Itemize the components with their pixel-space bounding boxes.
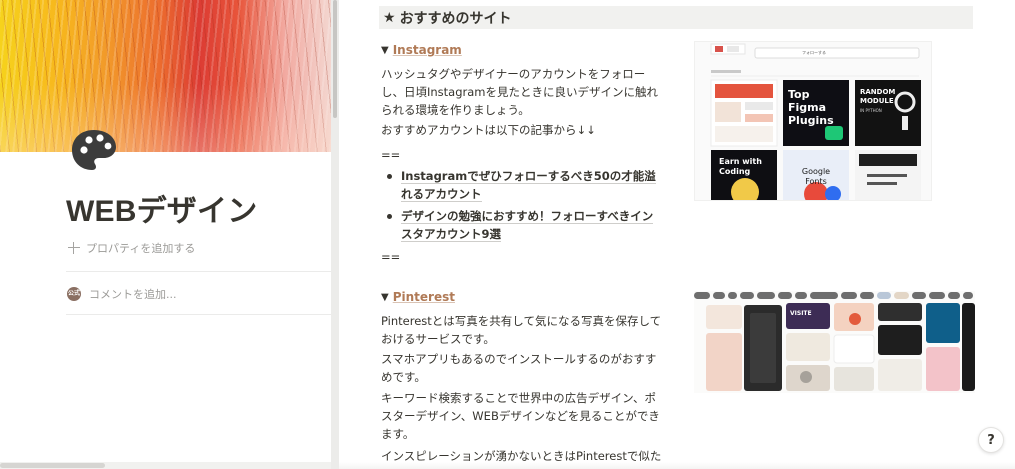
list-item: デザインの勉強におすすめ！フォローすべきインスタアカウント9選 [381,207,663,243]
instagram-article-list: Instagramでぜひフォローするべき50の才能溢れるアカウント デザインの勉… [381,167,663,247]
pinterest-description: Pinterestとは写真を共有して気になる写真を保存しておけるサービスです。 [381,314,662,346]
section-title: おすすめのサイト [399,10,512,27]
bottom-edge [339,462,1015,469]
palette-icon[interactable] [70,128,118,172]
add-comment-field[interactable]: 公式 コメントを追加... [67,286,177,302]
add-comment-placeholder: コメントを追加... [89,288,177,301]
toggle-instagram[interactable]: ▼ Instagram [381,43,462,57]
instagram-recommendation: おすすめアカウントは以下の記事から↓↓ [381,123,596,137]
list-item: Instagramでぜひフォローするべき50の才能溢れるアカウント [381,167,663,203]
article-link-1[interactable]: Instagramでぜひフォローするべき50の才能溢れるアカウント [401,169,656,202]
svg-text:Top: Top [788,88,810,101]
pinterest-search-note: キーワード検索することで世界中の広告デザイン、ポスターデザイン、WEBデザインな… [381,391,660,441]
plus-icon [68,242,80,254]
toggle-triangle-icon[interactable]: ▼ [381,45,389,56]
separator-text: == [381,250,401,264]
help-button[interactable]: ? [978,427,1004,453]
avatar: 公式 [67,287,81,301]
horizontal-scrollbar-thumb[interactable] [0,463,105,468]
instagram-link[interactable]: Instagram [393,43,462,57]
svg-text:Coding: Coding [719,167,751,176]
add-property-label: プロパティを追加する [86,242,196,255]
star-icon: ★ [383,9,396,26]
svg-text:Fonts: Fonts [805,177,827,186]
divider [66,271,331,272]
svg-text:VISITE: VISITE [790,310,812,317]
separator-text: == [381,148,401,162]
svg-text:Earn with: Earn with [719,157,762,166]
pinterest-screenshot[interactable]: VISITE [694,291,975,393]
add-property-button[interactable]: プロパティを追加する [68,240,195,256]
svg-text:Plugins: Plugins [788,114,834,127]
svg-text:Google: Google [802,167,830,176]
section-header: ★ おすすめのサイト [379,6,973,29]
toggle-triangle-icon[interactable]: ▼ [381,292,389,303]
svg-text:MODULE: MODULE [860,97,894,105]
pane-scrollbar-thumb[interactable] [333,0,337,118]
toggle-pinterest[interactable]: ▼ Pinterest [381,290,455,304]
instagram-screenshot[interactable]: フォローする Top Figma Plugins RANDOM MODULE I… [694,41,932,201]
svg-text:RANDOM: RANDOM [860,88,895,96]
divider [66,314,331,315]
instagram-description: ハッシュタグやデザイナーのアカウントをフォローし、日頃Instagramを見たと… [381,67,659,117]
page-cover-image[interactable] [0,0,331,152]
article-link-2[interactable]: デザインの勉強におすすめ！フォローすべきインスタアカウント9選 [401,209,654,242]
pinterest-app-note: スマホアプリもあるのでインストールするのがおすすめです。 [381,352,657,384]
pinterest-link[interactable]: Pinterest [393,290,455,304]
svg-text:Figma: Figma [788,101,826,114]
page-peek-panel: WEBデザイン プロパティを追加する 公式 コメントを追加... [0,0,331,469]
page-content: ★ おすすめのサイト ▼ Instagram ハッシュタグやデザイナーのアカウン… [339,0,1015,469]
svg-text:IN PYTHON: IN PYTHON [860,108,882,113]
follow-label: フォローする [802,49,826,55]
page-title[interactable]: WEBデザイン [66,186,257,230]
